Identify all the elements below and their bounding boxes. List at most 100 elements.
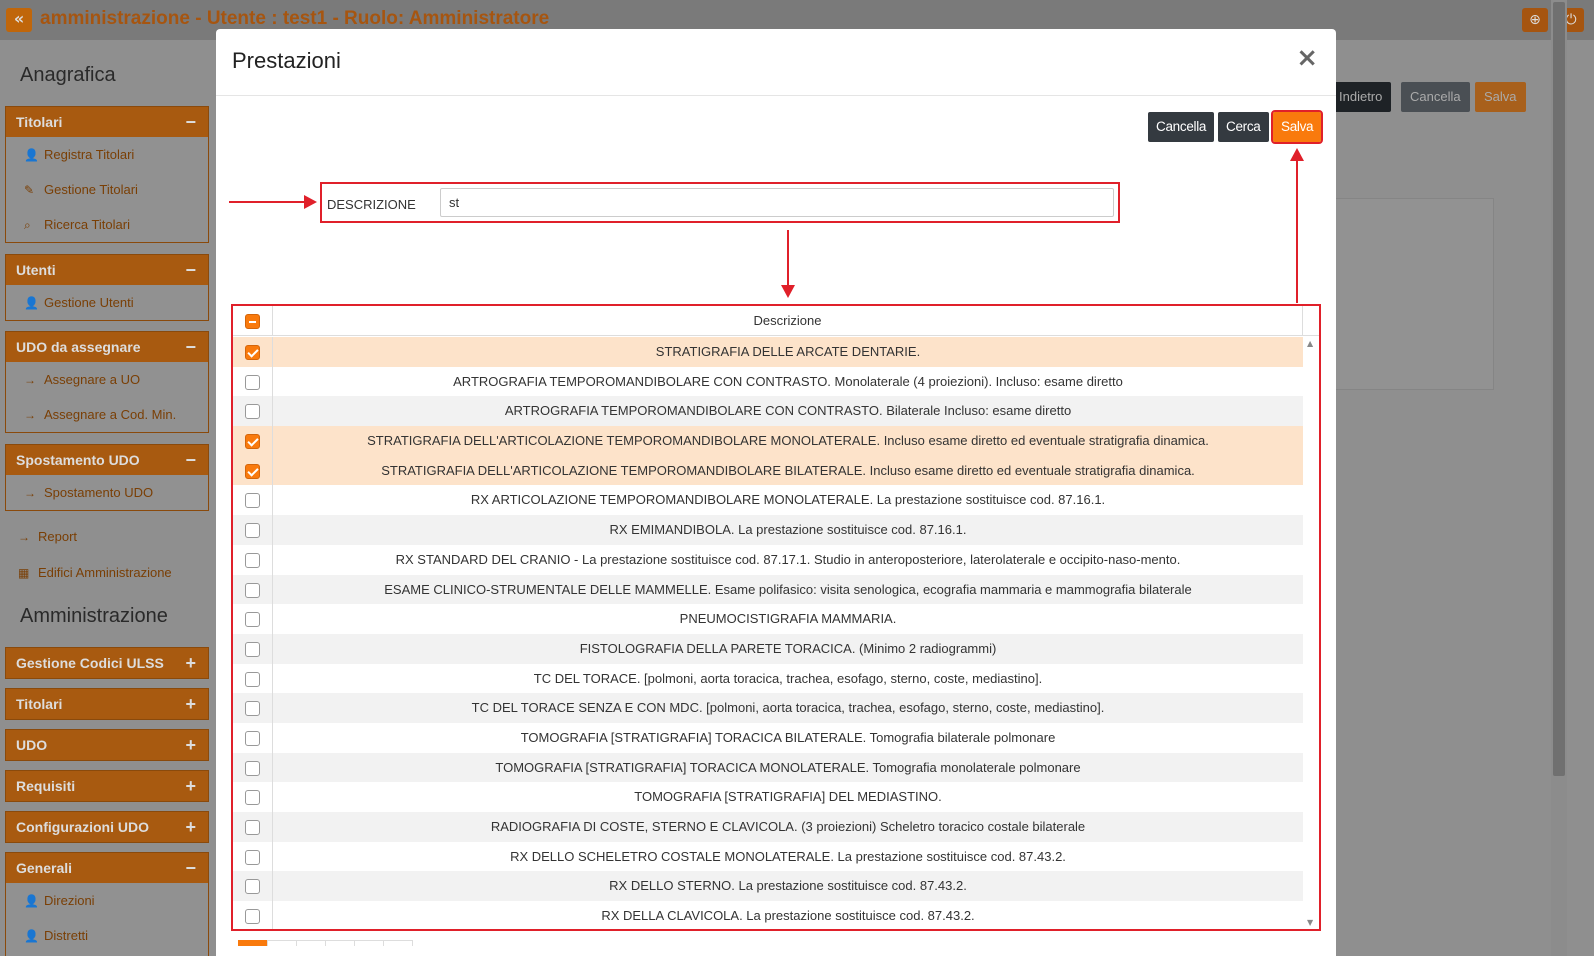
row-checkbox[interactable]	[245, 671, 260, 687]
expand-icon[interactable]: +	[185, 771, 196, 801]
panel-header-generali[interactable]: Generali −	[6, 853, 208, 883]
collapse-icon[interactable]: −	[185, 853, 196, 883]
table-row[interactable]: STRATIGRAFIA DELL'ARTICOLAZIONE TEMPOROM…	[233, 455, 1303, 486]
table-row[interactable]: FISTOLOGRAFIA DELLA PARETE TORACICA. (Mi…	[233, 633, 1303, 664]
row-checkbox-cell	[233, 455, 273, 486]
row-checkbox[interactable]	[245, 463, 260, 479]
row-checkbox[interactable]	[245, 404, 260, 420]
page-button[interactable]	[238, 940, 268, 946]
select-all-checkbox[interactable]	[245, 314, 260, 329]
sidebar-item-assegnare-cod-min[interactable]: → Assegnare a Cod. Min.	[6, 397, 208, 432]
expand-icon[interactable]: +	[185, 648, 196, 678]
panel-header-requisiti[interactable]: Requisiti +	[6, 771, 208, 801]
collapse-icon[interactable]: −	[185, 332, 196, 362]
table-row[interactable]: ARTROGRAFIA TEMPOROMANDIBOLARE CON CONTR…	[233, 396, 1303, 427]
background-salva-button[interactable]: Salva	[1475, 82, 1526, 112]
page-scrollbar-thumb[interactable]	[1553, 2, 1565, 776]
arrow-right-icon: →	[24, 408, 36, 422]
sidebar-item-direzioni[interactable]: 👤 Direzioni	[6, 883, 208, 918]
table-row[interactable]: TC DEL TORACE. [polmoni, aorta toracica,…	[233, 663, 1303, 694]
row-checkbox[interactable]	[245, 374, 260, 390]
user-plus-icon: 👤	[24, 148, 39, 162]
panel-header-spostamento-udo[interactable]: Spostamento UDO −	[6, 445, 208, 475]
column-header-descrizione[interactable]: Descrizione	[273, 306, 1303, 336]
collapse-icon[interactable]: −	[185, 445, 196, 475]
row-checkbox[interactable]	[245, 493, 260, 509]
table-row[interactable]: TC DEL TORACE SENZA E CON MDC. [polmoni,…	[233, 693, 1303, 723]
table-row[interactable]: RX DELLA CLAVICOLA. La prestazione sosti…	[233, 901, 1303, 929]
row-checkbox[interactable]	[245, 701, 260, 717]
row-checkbox[interactable]	[245, 790, 260, 806]
row-checkbox[interactable]	[245, 582, 260, 598]
collapse-icon[interactable]: −	[185, 107, 196, 137]
row-checkbox[interactable]	[245, 523, 260, 539]
row-checkbox-cell	[233, 812, 273, 842]
panel-header-gestione-codici-ulss[interactable]: Gestione Codici ULSS +	[6, 648, 208, 678]
indietro-button[interactable]: Indietro	[1330, 82, 1392, 112]
sidebar-item-spostamento-udo[interactable]: → Spostamento UDO	[6, 475, 208, 510]
table-row[interactable]: ARTROGRAFIA TEMPOROMANDIBOLARE CON CONTR…	[233, 366, 1303, 397]
expand-icon[interactable]: +	[185, 730, 196, 760]
row-checkbox-cell	[233, 515, 273, 545]
row-checkbox[interactable]	[245, 641, 260, 657]
globe-icon[interactable]: ⊕	[1522, 8, 1548, 32]
table-row[interactable]: ESAME CLINICO-STRUMENTALE DELLE MAMMELLE…	[233, 574, 1303, 605]
scroll-down-icon[interactable]: ▼	[1307, 918, 1313, 927]
table-row[interactable]: RX DELLO STERNO. La prestazione sostitui…	[233, 871, 1303, 902]
table-row[interactable]: PNEUMOCISTIGRAFIA MAMMARIA.	[233, 604, 1303, 634]
grid-scrollbar[interactable]: ▲ ▼	[1303, 337, 1319, 929]
row-checkbox[interactable]	[245, 909, 260, 925]
panel-header-udo[interactable]: UDO +	[6, 730, 208, 760]
page-button[interactable]	[325, 940, 355, 946]
sidebar-item-gestione-utenti[interactable]: 👤 Gestione Utenti	[6, 285, 208, 320]
panel-header-utenti[interactable]: Utenti −	[6, 255, 208, 285]
expand-icon[interactable]: +	[185, 812, 196, 842]
row-checkbox[interactable]	[245, 760, 260, 776]
table-row[interactable]: RX DELLO SCHELETRO COSTALE MONOLATERALE.…	[233, 841, 1303, 872]
panel-header-configurazioni-udo[interactable]: Configurazioni UDO +	[6, 812, 208, 842]
salva-button[interactable]: Salva	[1270, 110, 1324, 144]
sidebar-item-edifici[interactable]: ▦ Edifici Amministrazione	[18, 565, 172, 580]
scroll-up-icon[interactable]: ▲	[1307, 339, 1313, 348]
table-row[interactable]: TOMOGRAFIA [STRATIGRAFIA] TORACICA MONOL…	[233, 752, 1303, 783]
expand-icon[interactable]: +	[185, 689, 196, 719]
row-checkbox[interactable]	[245, 345, 260, 360]
row-checkbox[interactable]	[245, 879, 260, 895]
row-checkbox-cell	[233, 604, 273, 634]
background-cancella-button[interactable]: Cancella	[1401, 82, 1470, 112]
panel-header-titolari[interactable]: Titolari −	[6, 107, 208, 137]
row-checkbox[interactable]	[245, 612, 260, 628]
table-row[interactable]: RX ARTICOLAZIONE TEMPOROMANDIBOLARE MONO…	[233, 485, 1303, 516]
table-row[interactable]: RX STANDARD DEL CRANIO - La prestazione …	[233, 544, 1303, 575]
cerca-button[interactable]: Cerca	[1218, 112, 1269, 142]
sidebar-item-registra-titolari[interactable]: 👤 Registra Titolari	[6, 137, 208, 172]
sidebar-item-ricerca-titolari[interactable]: ⌕ Ricerca Titolari	[6, 207, 208, 242]
table-row[interactable]: RADIOGRAFIA DI COSTE, STERNO E CLAVICOLA…	[233, 812, 1303, 842]
page-button[interactable]	[383, 940, 413, 946]
sidebar-item-report[interactable]: → Report	[18, 529, 77, 544]
table-row[interactable]: STRATIGRAFIA DELL'ARTICOLAZIONE TEMPOROM…	[233, 426, 1303, 456]
row-checkbox[interactable]	[245, 849, 260, 865]
descrizione-input[interactable]	[440, 188, 1114, 217]
table-row[interactable]: TOMOGRAFIA [STRATIGRAFIA] DEL MEDIASTINO…	[233, 782, 1303, 812]
page-button[interactable]	[267, 940, 297, 946]
row-checkbox[interactable]	[245, 820, 260, 835]
sidebar-item-distretti[interactable]: 👤 Distretti	[6, 918, 208, 953]
table-row[interactable]: TOMOGRAFIA [STRATIGRAFIA] TORACICA BILAT…	[233, 722, 1303, 753]
arrow-right-icon: →	[24, 373, 36, 387]
sidebar-item-gestione-titolari[interactable]: ✎ Gestione Titolari	[6, 172, 208, 207]
collapse-sidebar-button[interactable]: «	[6, 8, 32, 32]
cancella-button[interactable]: Cancella	[1148, 112, 1215, 142]
row-checkbox[interactable]	[245, 434, 260, 450]
sidebar-item-assegnare-uo[interactable]: → Assegnare a UO	[6, 362, 208, 397]
page-button[interactable]	[354, 940, 384, 946]
page-button[interactable]	[296, 940, 326, 946]
row-checkbox[interactable]	[245, 730, 260, 746]
table-row[interactable]: STRATIGRAFIA DELLE ARCATE DENTARIE.	[233, 337, 1303, 367]
table-row[interactable]: RX EMIMANDIBOLA. La prestazione sostitui…	[233, 515, 1303, 545]
close-icon[interactable]: ×	[1296, 43, 1318, 73]
collapse-icon[interactable]: −	[185, 255, 196, 285]
panel-header-titolari-admin[interactable]: Titolari +	[6, 689, 208, 719]
panel-header-udo-da-assegnare[interactable]: UDO da assegnare −	[6, 332, 208, 362]
row-checkbox[interactable]	[245, 552, 260, 568]
